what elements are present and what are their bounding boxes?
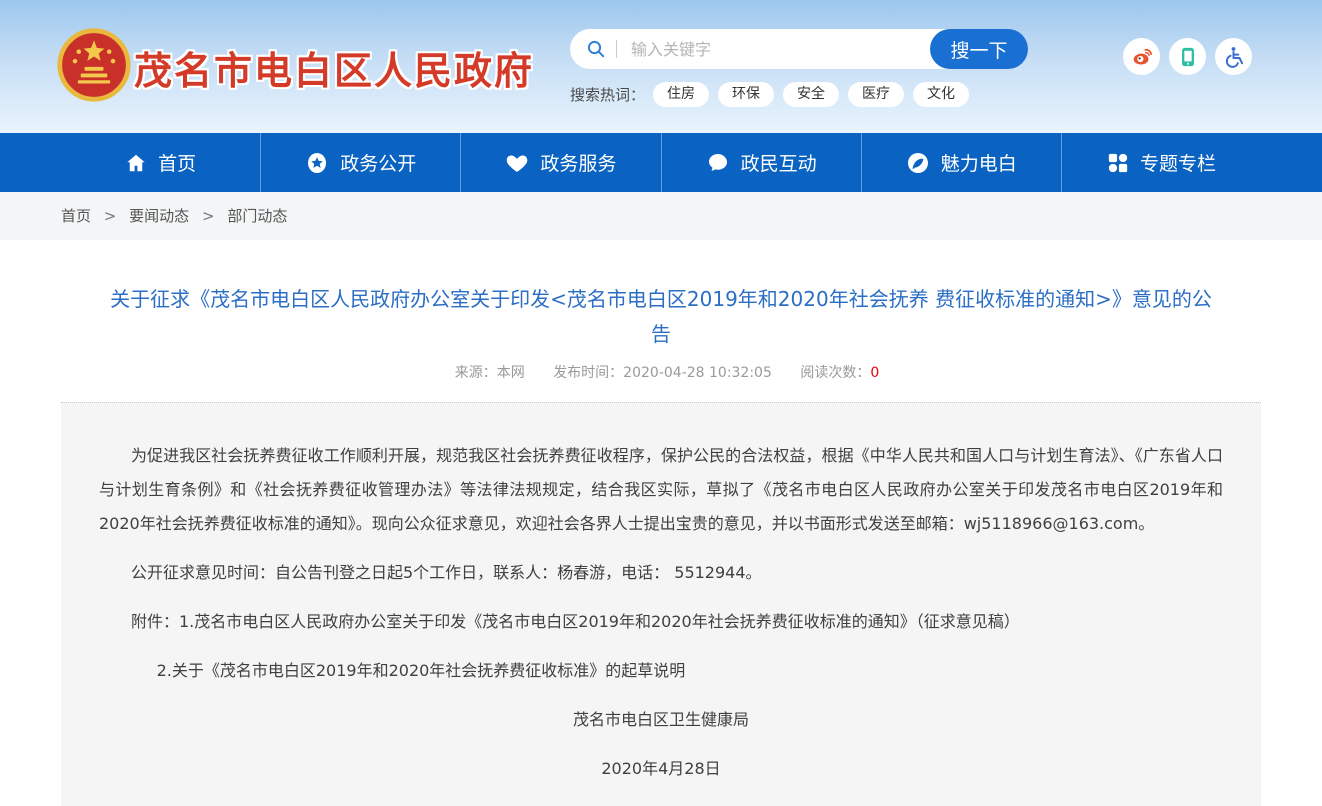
- mobile-icon: [1177, 46, 1199, 68]
- accessibility-link[interactable]: [1215, 38, 1252, 75]
- hot-keyword-medical[interactable]: 医疗: [848, 82, 904, 107]
- article-title: 关于征求《茂名市电白区人民政府办公室关于印发<茂名市电白区2019年和2020年…: [101, 282, 1221, 352]
- article-meta: 来源：本网 发布时间：2020-04-28 10:32:05 阅读次数：0: [0, 362, 1322, 382]
- nav-item-gov-services[interactable]: 政务服务: [460, 133, 660, 192]
- grid-icon: [1107, 152, 1129, 174]
- search-icon: [586, 39, 606, 59]
- weibo-link[interactable]: [1123, 38, 1160, 75]
- site-title: 茂名市电白区人民政府: [134, 40, 534, 95]
- nav-item-gov-info[interactable]: 政务公开: [260, 133, 460, 192]
- home-icon: [125, 152, 147, 174]
- article-paragraph-attachment-1: 附件：1.茂名市电白区人民政府办公室关于印发《茂名市电白区2019年和2020年…: [99, 605, 1223, 639]
- meta-publish-time: 发布时间：2020-04-28 10:32:05: [553, 365, 772, 381]
- hot-keyword-environment[interactable]: 环保: [718, 82, 774, 107]
- article-paragraph-attachment-2: 2.关于《茂名市电白区2019年和2020年社会抚养费征收标准》的起草说明: [99, 654, 1223, 688]
- chat-bubble-icon: [706, 151, 730, 175]
- nav-label: 魅力电白: [941, 149, 1017, 176]
- weibo-icon: [1130, 45, 1154, 69]
- mobile-version-link[interactable]: [1169, 38, 1206, 75]
- star-circle-icon: [305, 151, 329, 175]
- accessibility-icon: [1222, 45, 1246, 69]
- nav-label: 政务服务: [540, 149, 616, 176]
- breadcrumb-separator: >: [104, 207, 117, 225]
- article-paragraph: 为促进我区社会抚养费征收工作顺利开展，规范我区社会抚养费征收程序，保护公民的合法…: [99, 439, 1223, 541]
- nav-item-interaction[interactable]: 政民互动: [661, 133, 861, 192]
- article-date: 2020年4月28日: [99, 752, 1223, 786]
- hot-keyword-culture[interactable]: 文化: [913, 82, 969, 107]
- breadcrumb-news[interactable]: 要闻动态: [129, 207, 189, 225]
- hot-keyword-safety[interactable]: 安全: [783, 82, 839, 107]
- search-input[interactable]: [629, 29, 918, 69]
- breadcrumb-home[interactable]: 首页: [61, 207, 91, 225]
- hot-keyword-housing[interactable]: 住房: [653, 82, 709, 107]
- meta-views-label: 阅读次数：: [800, 365, 870, 381]
- hot-keywords-label: 搜索热词：: [570, 84, 645, 105]
- breadcrumb-strip: 首页 > 要闻动态 > 部门动态: [0, 192, 1322, 240]
- nav-label: 首页: [158, 149, 196, 176]
- nav-label: 政务公开: [340, 149, 416, 176]
- site-header: 茂名市电白区人民政府 搜一下 搜索热词： 住房 环保 安全 医疗 文化: [0, 0, 1322, 133]
- national-emblem-logo: [56, 27, 132, 103]
- search-button[interactable]: 搜一下: [930, 29, 1028, 69]
- breadcrumb-department-news[interactable]: 部门动态: [227, 207, 287, 225]
- nav-item-home[interactable]: 首页: [61, 133, 260, 192]
- article-content-box: 为促进我区社会抚养费征收工作顺利开展，规范我区社会抚养费征收程序，保护公民的合法…: [61, 402, 1261, 806]
- article: 关于征求《茂名市电白区人民政府办公室关于印发<茂名市电白区2019年和2020年…: [0, 282, 1322, 806]
- main-nav: 首页 政务公开 政务服务 政民互动 魅力电白: [0, 133, 1322, 192]
- quick-links: [1123, 38, 1252, 75]
- meta-views-value: 0: [870, 365, 879, 381]
- heart-icon: [505, 151, 529, 175]
- nav-label: 专题专栏: [1140, 149, 1216, 176]
- nav-label: 政民互动: [741, 149, 817, 176]
- search-divider: [616, 40, 617, 58]
- breadcrumb-separator: >: [202, 207, 215, 225]
- search-bar: 搜一下: [570, 29, 1028, 69]
- meta-source: 来源：本网: [455, 365, 525, 381]
- compass-circle-icon: [906, 151, 930, 175]
- article-paragraph: 公开征求意见时间：自公告刊登之日起5个工作日，联系人：杨春游，电话： 55129…: [99, 556, 1223, 590]
- breadcrumb: 首页 > 要闻动态 > 部门动态: [61, 192, 1261, 240]
- nav-item-charm-dianbai[interactable]: 魅力电白: [861, 133, 1061, 192]
- hot-keywords-row: 搜索热词： 住房 环保 安全 医疗 文化: [570, 82, 978, 107]
- nav-item-special-columns[interactable]: 专题专栏: [1061, 133, 1261, 192]
- article-signature: 茂名市电白区卫生健康局: [99, 703, 1223, 737]
